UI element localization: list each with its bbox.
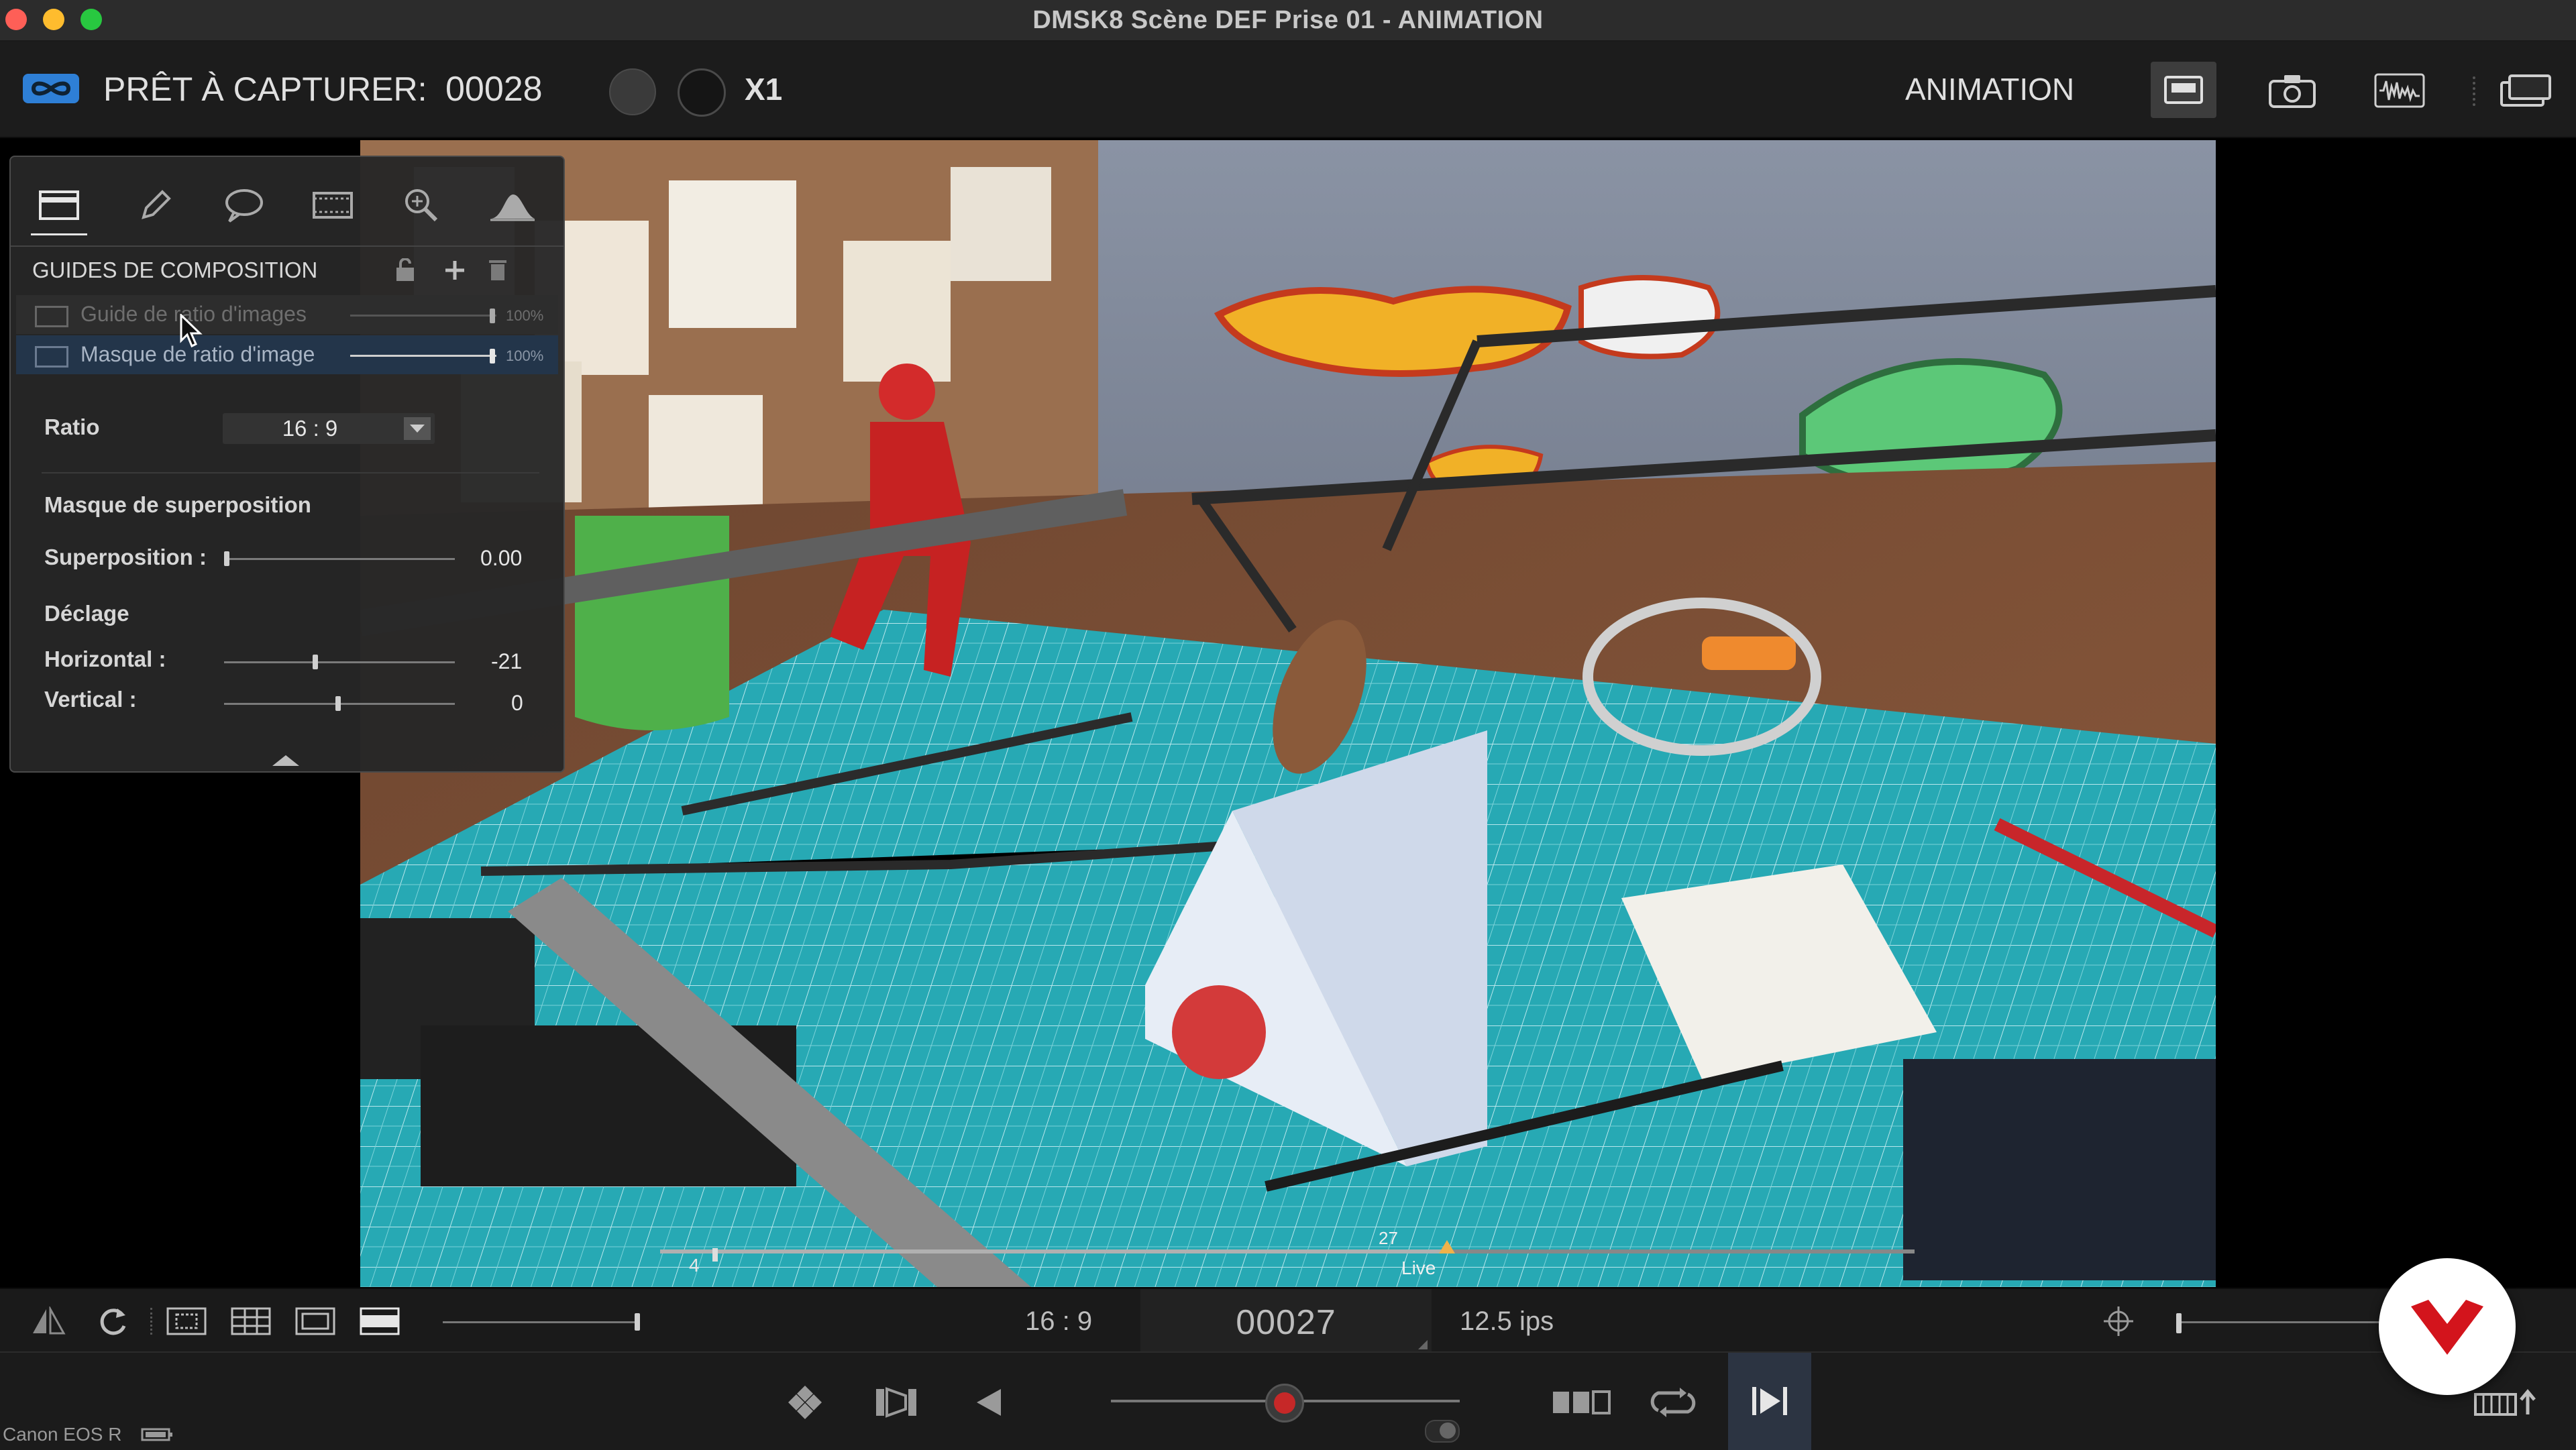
playback-bar: Canon EOS R	[0, 1351, 2576, 1450]
flip-horizontal-icon[interactable]	[30, 1304, 67, 1339]
record-button[interactable]	[1265, 1384, 1304, 1423]
add-layer-icon[interactable]	[441, 256, 468, 284]
aspect-ratio-label: 16 : 9	[1025, 1306, 1093, 1336]
timeline-live-label[interactable]: Live	[1401, 1258, 1436, 1279]
scene-image	[360, 140, 2216, 1287]
section-title: GUIDES DE COMPOSITION	[32, 258, 318, 282]
layer-visibility-icon[interactable]	[35, 306, 68, 327]
playback-multiplier[interactable]: X1	[745, 42, 782, 137]
aspect-mask-icon[interactable]	[357, 1304, 402, 1339]
camera-icon[interactable]	[2259, 67, 2325, 114]
ratio-select[interactable]: 16 : 9	[223, 413, 435, 444]
layer-opacity-knob[interactable]	[490, 349, 495, 364]
mode-label: ANIMATION	[1905, 72, 2075, 107]
horizontal-label: Horizontal :	[44, 647, 166, 671]
mouse-pointer-icon	[180, 313, 203, 352]
ratio-label: Ratio	[44, 414, 100, 439]
opacity-slider-track[interactable]	[443, 1321, 640, 1323]
go-to-live-button[interactable]	[1728, 1353, 1811, 1450]
toolbar-divider	[150, 1308, 152, 1335]
horizontal-value: -21	[491, 649, 523, 673]
zoom-slider-track[interactable]	[2182, 1321, 2383, 1323]
window-layout-icon[interactable]	[2493, 67, 2559, 114]
onion-skin-toggle[interactable]	[609, 68, 656, 115]
overlay-label: Superposition :	[44, 545, 207, 569]
panel-divider	[11, 245, 564, 247]
composition-guide-tab-icon[interactable]	[31, 177, 87, 235]
toolbar-divider	[2473, 76, 2478, 106]
vertical-label: Vertical :	[44, 687, 137, 712]
timeline-start-marker: 4	[689, 1255, 700, 1276]
layer-visibility-icon[interactable]	[35, 346, 68, 368]
compare-frames-icon[interactable]	[873, 1384, 919, 1421]
window-title-bar: DMSK8 Scène DEF Prise 01 - ANIMATION	[0, 0, 2576, 42]
audio-toggle[interactable]	[1425, 1420, 1460, 1443]
skip-to-end-icon	[1748, 1382, 1791, 1420]
layer-opacity-track[interactable]	[350, 355, 496, 357]
window-title: DMSK8 Scène DEF Prise 01 - ANIMATION	[1032, 6, 1544, 34]
vertical-value: 0	[511, 691, 523, 715]
annotation-bubble-tab-icon[interactable]	[216, 177, 272, 233]
audio-waveform-icon[interactable]	[2367, 67, 2432, 114]
layer-row-guide[interactable]: Guide de ratio d'images 100%	[16, 295, 558, 334]
current-frame-value: 00027	[1236, 1303, 1336, 1342]
keyframe-diamond-icon[interactable]	[784, 1384, 826, 1421]
chevron-down-icon[interactable]	[404, 417, 431, 440]
viewer-tools-bar: 16 : 9 00027 12.5 ips	[0, 1288, 2576, 1353]
offset-title: Déclage	[44, 601, 129, 626]
live-view-viewer[interactable]: 4 27 Live	[360, 140, 2216, 1287]
ratio-select-value: 16 : 9	[282, 416, 338, 441]
record-dot-icon	[1274, 1392, 1295, 1414]
capture-frame-counter: 00028	[445, 70, 543, 109]
opacity-slider-knob[interactable]	[635, 1313, 640, 1331]
layer-opacity-track[interactable]	[350, 315, 496, 317]
overlay-slider-knob[interactable]	[224, 551, 229, 566]
frame-guide-icon[interactable]	[292, 1304, 338, 1339]
drawing-pencil-tab-icon[interactable]	[127, 177, 184, 233]
lock-icon[interactable]	[392, 256, 419, 284]
safe-area-icon[interactable]	[164, 1304, 209, 1339]
frame-view-icon[interactable]	[1550, 1384, 1614, 1421]
step-back-icon[interactable]	[970, 1384, 1008, 1421]
horizontal-slider-track[interactable]	[224, 661, 455, 663]
overlay-mask-title: Masque de superposition	[44, 492, 311, 517]
layer-row-mask[interactable]: Masque de ratio d'image 100%	[16, 335, 558, 374]
overlay-value: 0.00	[480, 546, 523, 570]
capture-status-label: PRÊT À CAPTURER:	[103, 70, 427, 108]
audio-toggle-knob	[1440, 1423, 1456, 1439]
rotate-icon[interactable]	[94, 1304, 131, 1339]
film-strip-tab-icon[interactable]	[305, 177, 361, 233]
zoom-slider-knob[interactable]	[2176, 1313, 2182, 1333]
overlay-slider-track[interactable]	[224, 558, 455, 560]
camera-name-label: Canon EOS R	[3, 1424, 122, 1445]
capture-toolbar: PRÊT À CAPTURER: 00028 X1 ANIMATION	[0, 42, 2576, 138]
frame-rate-label[interactable]: 12.5 ips	[1460, 1306, 1554, 1337]
layer-opacity-knob[interactable]	[490, 309, 495, 323]
loop-toggle[interactable]	[678, 68, 726, 117]
loop-icon[interactable]	[1645, 1384, 1701, 1421]
layer-opacity-value: 100%	[506, 347, 544, 364]
timeline-current-marker: 27	[1379, 1228, 1398, 1248]
brand-chevron-icon	[2411, 1300, 2483, 1355]
brand-logo	[2379, 1258, 2516, 1395]
grid-icon[interactable]	[228, 1304, 274, 1339]
collapse-panel-icon[interactable]	[271, 754, 301, 771]
panel-divider	[42, 472, 539, 473]
horizontal-slider-knob[interactable]	[313, 655, 318, 669]
battery-icon	[140, 1425, 174, 1444]
app-logo-icon	[21, 71, 80, 106]
crosshair-icon[interactable]	[2100, 1304, 2137, 1339]
resize-corner-icon	[1418, 1340, 1428, 1349]
export-timeline-icon[interactable]	[2473, 1384, 2540, 1421]
trash-icon[interactable]	[484, 255, 511, 284]
composition-guides-panel: GUIDES DE COMPOSITION Guide de ratio d'i…	[9, 156, 565, 773]
layer-opacity-value: 100%	[506, 307, 544, 324]
live-view-monitor-icon[interactable]	[2151, 62, 2216, 118]
histogram-tab-icon[interactable]	[484, 177, 541, 233]
frame-field[interactable]: 00027	[1140, 1289, 1432, 1353]
zoom-magnifier-tab-icon[interactable]	[393, 177, 449, 233]
vertical-slider-knob[interactable]	[335, 696, 341, 711]
